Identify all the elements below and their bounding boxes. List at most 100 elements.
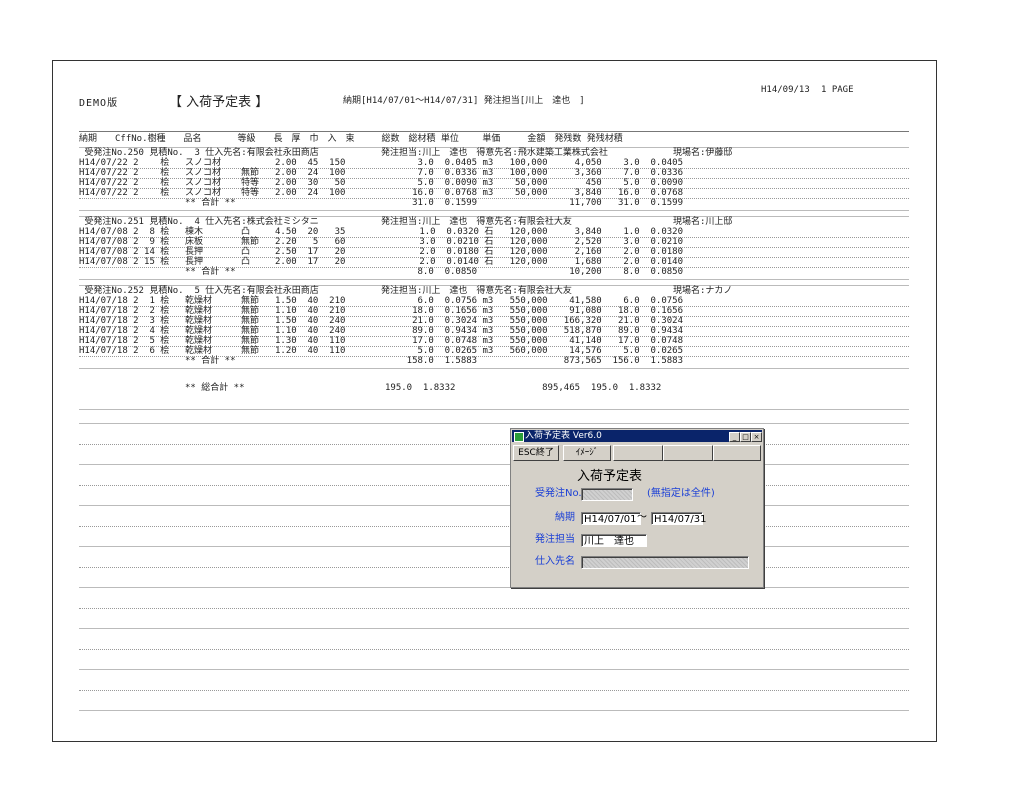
dialog-title: 入荷予定表 Ver6.0 (525, 431, 602, 441)
row-date: H14/07/18 2 3 桧 (79, 316, 170, 326)
search-dialog[interactable]: 入荷予定表 Ver6.0 _ □ × ESC終了 ｲﾒｰｼﾞ 入荷予定表 受発注… (510, 428, 764, 588)
blank-rule (79, 526, 909, 527)
blank-rule (79, 649, 909, 650)
row-date: H14/07/08 2 8 桧 (79, 227, 170, 237)
subtotal-row: ** 合計 ** 158.0 1.5883 873,565 156.0 1.588… (79, 356, 909, 366)
row-grade: 無節 (241, 237, 260, 247)
table-row: H14/07/22 2 桧 スノコ材 特等 2.00 24 100 16.0 0.076… (79, 188, 909, 198)
column-header-text: 納期 CffNo.樹種 品名 等級 長 厚 巾 入 束 総数 総材積 単位 単価… (79, 134, 623, 144)
row-dims: 1.20 40 110 (275, 346, 346, 356)
row-date: H14/07/22 2 桧 (79, 158, 170, 168)
row-date: H14/07/18 2 5 桧 (79, 336, 170, 346)
table-row: H14/07/08 2 9 桧 床板 無節 2.20 5 60 3.0 0.0210 石… (79, 237, 909, 247)
dialog-titlebar[interactable]: 入荷予定表 Ver6.0 _ □ × (512, 430, 762, 442)
group-header: 受発注No.250 見積No. 3 仕入先名:有限会社永田商店 (79, 148, 319, 158)
row-dims: 2.50 17 20 (275, 247, 346, 257)
blank-rule (79, 505, 909, 506)
blank-rule (79, 485, 909, 486)
order-no-label: 受発注No. (535, 488, 582, 499)
order-no-field[interactable] (581, 488, 633, 501)
order-no-hint: (無指定は全件) (647, 488, 715, 499)
table-row: H14/07/18 2 2 桧 乾燥材 無節 1.10 40 210 18.0 0.16… (79, 306, 909, 316)
subtotal-row: ** 合計 ** 8.0 0.0850 10,200 8.0 0.0850 (79, 267, 909, 277)
blank-rule (79, 546, 909, 547)
minimize-button[interactable]: _ (729, 432, 740, 442)
subtotal-label: ** 合計 ** (185, 198, 236, 208)
group-site: 現場名:川上邸 (673, 217, 733, 227)
row-grade: 無節 (241, 336, 260, 346)
group-header-row: 受発注No.250 見積No. 3 仕入先名:有限会社永田商店 発注担当:川上 達… (79, 148, 909, 158)
row-values: 3.0 0.0405 m3 100,000 4,050 3.0 0.0405 (417, 158, 683, 168)
date-to-field[interactable]: H14/07/31 (651, 512, 706, 525)
date-from-field[interactable]: H14/07/01 (581, 512, 641, 525)
subtotal-values: 158.0 1.5883 873,565 156.0 1.5883 (406, 356, 683, 366)
staff-label: 発注担当 (535, 534, 575, 545)
row-date: H14/07/08 2 9 桧 (79, 237, 170, 247)
column-header-row: 納期 CffNo.樹種 品名 等級 長 厚 巾 入 束 総数 総材積 単位 単価… (79, 134, 909, 144)
row-values: 21.0 0.3024 m3 550,000 166,320 21.0 0.30… (412, 316, 683, 326)
row-grade: 凸 (241, 247, 251, 257)
table-row: H14/07/22 2 桧 スノコ材 無節 2.00 24 100 7.0 0.0336… (79, 168, 909, 178)
row-date: H14/07/18 2 6 桧 (79, 346, 170, 356)
blank-rule (79, 567, 909, 568)
row-date: H14/07/22 2 桧 (79, 178, 170, 188)
table-row: H14/07/08 2 8 桧 棟木 凸 4.50 20 35 1.0 0.0320 石… (79, 227, 909, 237)
row-values: 7.0 0.0336 m3 100,000 3,360 7.0 0.0336 (417, 168, 683, 178)
subtotal-row: ** 合計 ** 31.0 0.1599 11,700 31.0 0.1599 (79, 198, 909, 208)
table-row: H14/07/08 2 14 桧 長押 凸 2.50 17 20 2.0 0.0180 … (79, 247, 909, 257)
esc-exit-button[interactable]: ESC終了 (513, 445, 559, 461)
group-header-right: 発注担当:川上 達也 得意先名:有限会社大友 (381, 217, 572, 227)
row-values: 1.0 0.0320 石 120,000 3,840 1.0 0.0320 (419, 227, 683, 237)
row-item-name: 長押 (185, 247, 204, 257)
row-item-name: 乾燥材 (185, 296, 213, 306)
row-date: H14/07/08 2 14 桧 (79, 247, 170, 257)
report-header-info: 納期[H14/07/01～H14/07/31] 発注担当[川上 達也 ] (343, 96, 585, 106)
row-values: 5.0 0.0265 m3 560,000 14,576 5.0 0.0265 (417, 346, 683, 356)
subtotal-rule (79, 368, 909, 369)
row-item-name: 棟木 (185, 227, 204, 237)
row-item-name: スノコ材 (185, 188, 222, 198)
blank-rule (79, 608, 909, 609)
row-grade: 凸 (241, 227, 251, 237)
toolbar-slot-3[interactable] (613, 445, 663, 461)
blank-rule (79, 423, 909, 424)
maximize-button[interactable]: □ (740, 432, 751, 442)
group-header-row: 受発注No.251 見積No. 4 仕入先名:株式会社ミシタニ 発注担当:川上 達… (79, 217, 909, 227)
row-date: H14/07/22 2 桧 (79, 188, 170, 198)
table-row: H14/07/22 2 桧 スノコ材 特等 2.00 30 50 5.0 0.0090 … (79, 178, 909, 188)
header-rule (79, 131, 909, 132)
grand-total-values: 195.0 1.8332 895,465 195.0 1.8332 (385, 383, 662, 393)
close-button[interactable]: × (751, 432, 762, 442)
row-item-name: 乾燥材 (185, 346, 213, 356)
row-values: 16.0 0.0768 m3 50,000 3,840 16.0 0.0768 (412, 188, 683, 198)
table-row: H14/07/18 2 6 桧 乾燥材 無節 1.20 40 110 5.0 0.026… (79, 346, 909, 356)
row-grade: 無節 (241, 296, 260, 306)
grand-total-row: ** 総合計 ** 195.0 1.8332 895,465 195.0 1.8… (79, 383, 909, 393)
grand-total-label: ** 総合計 ** (185, 383, 245, 393)
row-values: 2.0 0.0140 石 120,000 1,680 2.0 0.0140 (419, 257, 683, 267)
subtotal-label: ** 合計 ** (185, 267, 236, 277)
dialog-heading: 入荷予定表 (577, 469, 643, 484)
subtotal-values: 8.0 0.0850 10,200 8.0 0.0850 (417, 267, 683, 277)
supplier-field[interactable] (581, 556, 749, 569)
toolbar-slot-5[interactable] (713, 445, 761, 461)
row-item-name: 床板 (185, 237, 204, 247)
report-date: H14/09/13 (761, 85, 810, 95)
image-button[interactable]: ｲﾒｰｼﾞ (563, 445, 611, 461)
row-date: H14/07/18 2 2 桧 (79, 306, 170, 316)
row-grade: 凸 (241, 257, 251, 267)
toolbar-slot-4[interactable] (663, 445, 713, 461)
row-values: 17.0 0.0748 m3 550,000 41,140 17.0 0.074… (412, 336, 683, 346)
table-row: H14/07/18 2 5 桧 乾燥材 無節 1.30 40 110 17.0 0.07… (79, 336, 909, 346)
staff-field[interactable]: 川上 達也 (581, 534, 647, 547)
blank-rule (79, 464, 909, 465)
grand-total-rule (79, 409, 909, 410)
row-date: H14/07/22 2 桧 (79, 168, 170, 178)
row-dims: 2.00 45 150 (275, 158, 346, 168)
subtotal-rule (79, 210, 909, 211)
row-date: H14/07/18 2 4 桧 (79, 326, 170, 336)
group-header-right: 発注担当:川上 達也 得意先名:有限会社大友 (381, 286, 572, 296)
row-item-name: スノコ材 (185, 168, 222, 178)
row-dims: 2.20 5 60 (275, 237, 346, 247)
row-dims: 1.10 40 210 (275, 306, 346, 316)
